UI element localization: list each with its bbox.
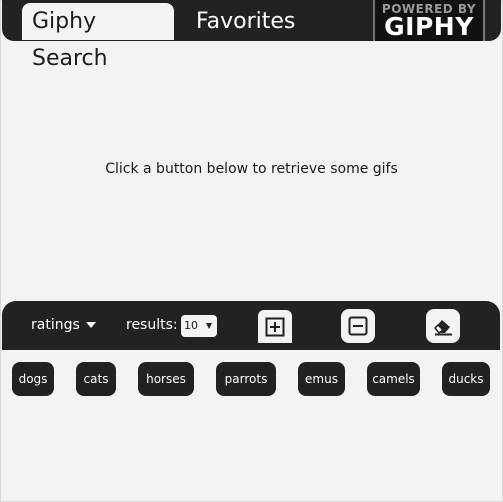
tab-giphy-search[interactable]: Giphy Search xyxy=(22,3,174,71)
logo-brand: GIPHY xyxy=(384,11,474,41)
clear-button[interactable] xyxy=(426,309,460,343)
control-bar: ratings results: 10 xyxy=(2,301,500,350)
results-value: 10 xyxy=(184,319,198,332)
tab-favorites[interactable]: Favorites xyxy=(186,3,306,40)
select-arrow-icon xyxy=(206,323,212,329)
ratings-dropdown[interactable]: ratings xyxy=(31,317,96,333)
animal-button-camels[interactable]: camels xyxy=(367,362,420,396)
plus-square-icon xyxy=(265,317,285,336)
results-label: results: xyxy=(126,317,178,333)
animal-buttons: dogs cats horses parrots emus camels duc… xyxy=(0,362,503,396)
empty-state-message: Click a button below to retrieve some gi… xyxy=(105,161,398,177)
animal-button-parrots[interactable]: parrots xyxy=(216,362,276,396)
animal-button-horses[interactable]: horses xyxy=(138,362,194,396)
animal-button-cats[interactable]: cats xyxy=(76,362,116,396)
caret-down-icon xyxy=(85,322,96,328)
animal-button-dogs[interactable]: dogs xyxy=(12,362,54,396)
animal-button-ducks[interactable]: ducks xyxy=(442,362,490,396)
minus-square-icon xyxy=(348,316,368,336)
ratings-label: ratings xyxy=(31,317,80,333)
remove-button[interactable] xyxy=(341,309,375,343)
results-select[interactable]: 10 xyxy=(181,315,217,337)
animal-button-emus[interactable]: emus xyxy=(298,362,345,396)
eraser-icon xyxy=(433,320,452,336)
giphy-logo: POWERED BY GIPHY xyxy=(373,0,485,41)
add-button[interactable] xyxy=(258,310,292,343)
header-bar: Giphy Search Favorites POWERED BY GIPHY xyxy=(2,0,501,71)
